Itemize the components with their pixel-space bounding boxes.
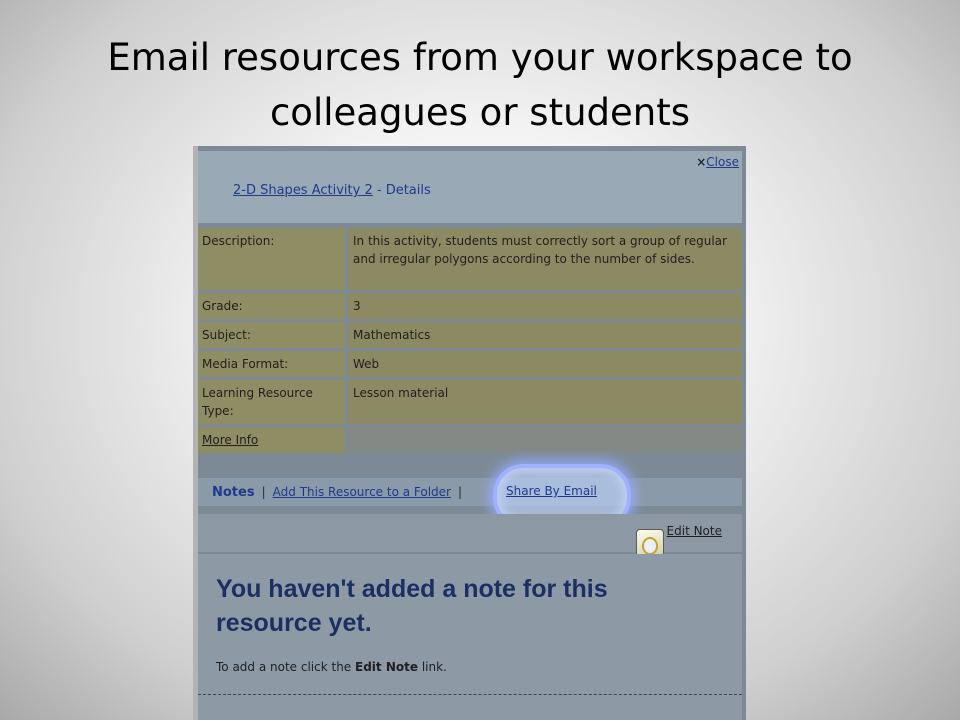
details-row: Media Format: Web [198,351,742,377]
edit-note-link[interactable]: Edit Note [667,524,722,538]
hint-bold: Edit Note [355,660,418,674]
share-by-email-link[interactable]: Share By Email [506,484,597,498]
field-label: Description: [198,228,345,290]
slide-title-line-2: colleagues or students [269,91,691,134]
close-row: ×Close [198,151,742,171]
more-info-link[interactable]: More Info [202,433,258,447]
hint-prefix: To add a note click the [216,660,356,674]
resource-details-dialog: ×Close 2-D Shapes Activity 2 - Details D… [193,146,746,720]
close-icon[interactable]: × [696,155,706,169]
slide-title: Email resources from your workspace to c… [0,30,960,140]
empty-note-heading: You haven't added a note for this resour… [216,575,608,637]
field-label: Media Format: [198,351,345,377]
notes-toolbar: Notes | Add This Resource to a Folder | [198,478,742,506]
details-row: Subject: Mathematics [198,322,742,348]
field-label: Subject: [198,322,345,348]
more-info-value [348,427,742,453]
slide-title-line-1: Email resources from your workspace to [107,36,853,79]
separator: | [261,485,266,499]
details-table: Description: In this activity, students … [198,228,742,456]
header-suffix: - Details [372,183,431,198]
note-area: You haven't added a note for this resour… [198,554,742,720]
details-row: Grade: 3 [198,293,742,319]
field-value: Lesson material [348,380,742,424]
field-value: In this activity, students must correctl… [348,228,742,290]
field-value: Web [348,351,742,377]
field-value: 3 [348,293,742,319]
note-hint: To add a note click the Edit Note link. [216,660,447,674]
resource-title-link[interactable]: 2-D Shapes Activity 2 [233,183,373,198]
separator: | [457,485,463,499]
more-info-cell: More Info [198,427,345,453]
dashed-divider [198,694,742,695]
field-label: Learning Resource Type: [198,380,345,424]
field-value: Mathematics [348,322,742,348]
dialog-header: 2-D Shapes Activity 2 - Details [198,171,742,223]
add-to-folder-link[interactable]: Add This Resource to a Folder [273,485,451,499]
details-row: More Info [198,427,742,453]
close-link[interactable]: Close [706,155,739,169]
notes-tab[interactable]: Notes [212,485,255,500]
field-label: Grade: [198,293,345,319]
details-row: Learning Resource Type: Lesson material [198,380,742,424]
hint-suffix: link. [418,660,447,674]
details-row: Description: In this activity, students … [198,228,742,290]
